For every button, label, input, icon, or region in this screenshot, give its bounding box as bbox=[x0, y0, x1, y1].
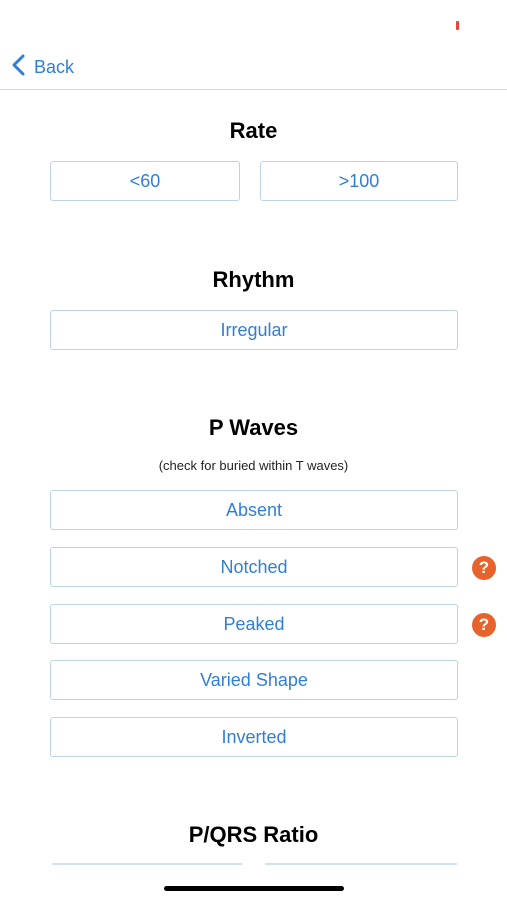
p-waves-peaked-button[interactable]: Peaked bbox=[50, 604, 458, 644]
peaked-help-icon[interactable]: ? bbox=[472, 613, 496, 637]
rhythm-title: Rhythm bbox=[212, 267, 295, 292]
rhythm-irregular-button[interactable]: Irregular bbox=[50, 310, 458, 350]
p-waves-varied-shape-button[interactable]: Varied Shape bbox=[50, 660, 458, 700]
chevron-left-icon bbox=[10, 53, 28, 82]
back-label: Back bbox=[34, 56, 75, 77]
rate-below-60-button[interactable]: <60 bbox=[50, 161, 240, 201]
p-waves-hint: (check for buried within T waves) bbox=[158, 458, 349, 473]
p-waves-title: P Waves bbox=[208, 415, 299, 440]
pqrs-ratio-title: P/QRS Ratio bbox=[188, 822, 319, 847]
pqrs-option-right-partial[interactable] bbox=[265, 863, 457, 865]
notched-help-icon[interactable]: ? bbox=[472, 556, 496, 580]
rate-above-100-button[interactable]: >100 bbox=[260, 161, 458, 201]
rate-title: Rate bbox=[229, 118, 278, 143]
back-button[interactable]: Back bbox=[10, 52, 74, 82]
p-waves-absent-button[interactable]: Absent bbox=[50, 490, 458, 530]
navigation-bar: Back bbox=[0, 0, 507, 90]
screen: Back Rate <60 >100 Rhythm Irregular P Wa… bbox=[0, 0, 507, 900]
p-waves-inverted-button[interactable]: Inverted bbox=[50, 717, 458, 757]
pqrs-option-left-partial[interactable] bbox=[52, 863, 242, 865]
home-indicator[interactable] bbox=[164, 886, 344, 891]
p-waves-notched-button[interactable]: Notched bbox=[50, 547, 458, 587]
